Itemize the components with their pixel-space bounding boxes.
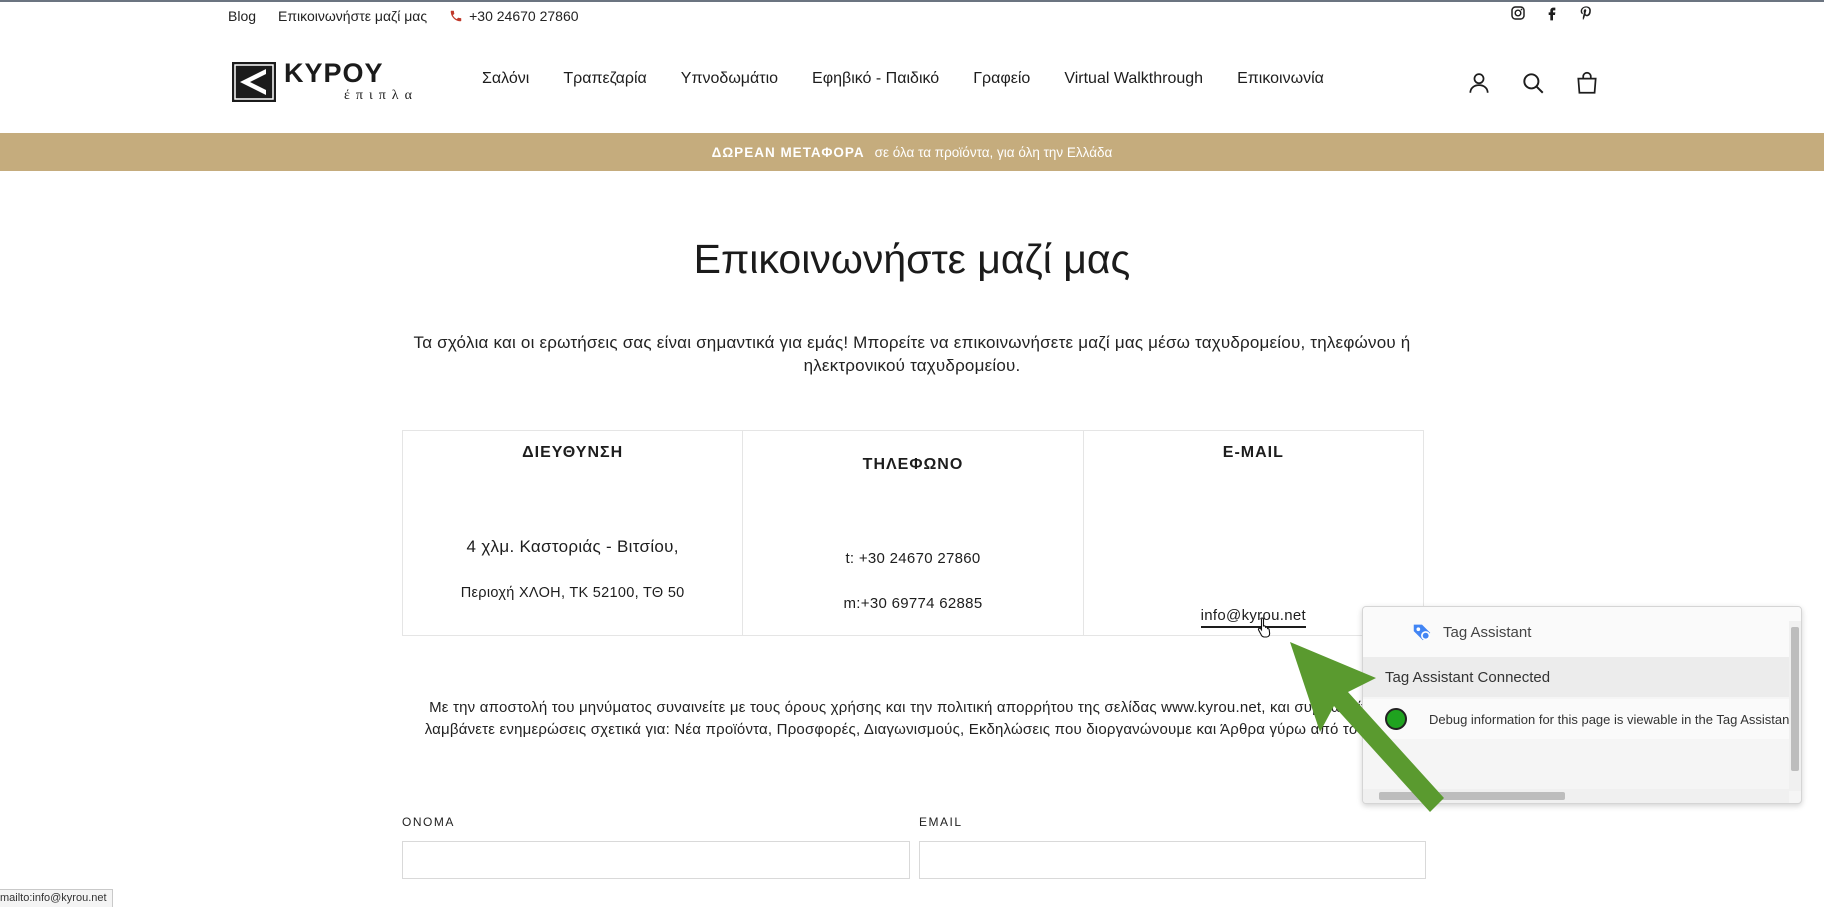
vertical-scroll-thumb[interactable]: [1791, 627, 1799, 771]
name-input[interactable]: [402, 841, 910, 879]
logo-brand: KYPOY: [284, 58, 384, 88]
phone-icon: [450, 10, 462, 22]
address-column: ΔΙΕΥΘΥΝΣΗ 4 χλμ. Καστοριάς - Βιτσίου, Πε…: [403, 431, 744, 635]
page-title: Επικοινωνήστε μαζί μας: [693, 236, 1131, 282]
contact-link[interactable]: Επικοινωνήστε μαζί μας: [278, 8, 427, 24]
browser-status-bar: mailto:info@kyrou.net: [0, 889, 113, 907]
nav-item-efiviko-paidiko[interactable]: Εφηβικό - Παιδικό: [812, 70, 939, 88]
nav-item-virtual-walkthrough[interactable]: Virtual Walkthrough: [1064, 70, 1203, 88]
phone-header: ΤΗΛΕΦΩΝΟ: [862, 456, 964, 473]
promo-banner: ΔΩΡΕΑΝ ΜΕΤΑΦΟΡΑ σε όλα τα προϊόντα, για …: [0, 133, 1824, 171]
promo-text: σε όλα τα προϊόντα, για όλη την Ελλάδα: [874, 144, 1113, 160]
phone-column: ΤΗΛΕΦΩΝΟ t: +30 24670 27860 m:+30 69774 …: [743, 431, 1084, 635]
pinterest-icon[interactable]: [1578, 5, 1596, 23]
instagram-icon[interactable]: [1510, 5, 1528, 23]
terms-text: Με την αποστολή του μηνύματος συναινείτε…: [424, 699, 1400, 738]
utility-bar: Blog Επικοινωνήστε μαζί μας +30 24670 27…: [228, 6, 579, 26]
contact-info-table: ΔΙΕΥΘΥΝΣΗ 4 χλμ. Καστοριάς - Βιτσίου, Πε…: [402, 430, 1424, 636]
site-logo[interactable]: KYPOY έπιπλα: [232, 60, 418, 103]
logo-mark-icon: [232, 61, 276, 102]
email-link[interactable]: info@kyrou.net: [1200, 607, 1306, 628]
nav-item-epikoinonia[interactable]: Επικοινωνία: [1237, 70, 1324, 88]
blog-link[interactable]: Blog: [228, 8, 256, 24]
name-label: ΟΝΟΜΑ: [402, 815, 455, 829]
tag-assistant-debug-text: Debug information for this page is viewa…: [1429, 711, 1802, 727]
utility-phone[interactable]: +30 24670 27860: [449, 8, 579, 24]
cart-icon[interactable]: [1574, 70, 1602, 98]
tag-assistant-vertical-scrollbar[interactable]: [1789, 621, 1801, 791]
account-icon[interactable]: [1466, 70, 1494, 98]
search-icon[interactable]: [1520, 70, 1548, 98]
logo-text: KYPOY έπιπλα: [284, 60, 418, 103]
main-nav: Σαλόνι Τραπεζαρία Υπνοδωμάτιο Εφηβικό - …: [482, 70, 1358, 88]
facebook-icon[interactable]: [1544, 5, 1562, 23]
annotation-arrow-icon: [1290, 642, 1444, 812]
nav-item-trapezaria[interactable]: Τραπεζαρία: [563, 70, 646, 88]
address-line-2: Περιοχή ΧΛΟΗ, ΤΚ 52100, ΤΘ 50: [460, 585, 685, 601]
header-icons: [1466, 70, 1602, 98]
email-header: E-MAIL: [1222, 444, 1284, 461]
address-line-1: 4 χλμ. Καστοριάς - Βιτσίου,: [466, 537, 679, 556]
utility-phone-number: +30 24670 27860: [469, 8, 579, 24]
nav-item-grafeio[interactable]: Γραφείο: [973, 70, 1030, 88]
landline-number[interactable]: t: +30 24670 27860: [743, 550, 1082, 567]
nav-item-saloni[interactable]: Σαλόνι: [482, 70, 529, 88]
promo-bold: ΔΩΡΕΑΝ ΜΕΤΑΦΟΡΑ: [711, 144, 865, 160]
logo-subtitle: έπιπλα: [344, 88, 418, 103]
email-column: E-MAIL info@kyrou.net: [1084, 431, 1423, 635]
email-input[interactable]: [919, 841, 1426, 879]
email-label: EMAIL: [919, 815, 963, 829]
window-top-border: [0, 0, 1824, 2]
nav-item-ypnodomatio[interactable]: Υπνοδωμάτιο: [681, 70, 778, 88]
mouse-cursor-icon: [1257, 617, 1271, 638]
address-header: ΔΙΕΥΘΥΝΣΗ: [522, 444, 624, 461]
social-links: [1510, 5, 1596, 23]
page-intro: Τα σχόλια και οι ερωτήσεις σας είναι σημ…: [413, 333, 1411, 375]
mobile-number[interactable]: m:+30 69774 62885: [743, 595, 1082, 612]
